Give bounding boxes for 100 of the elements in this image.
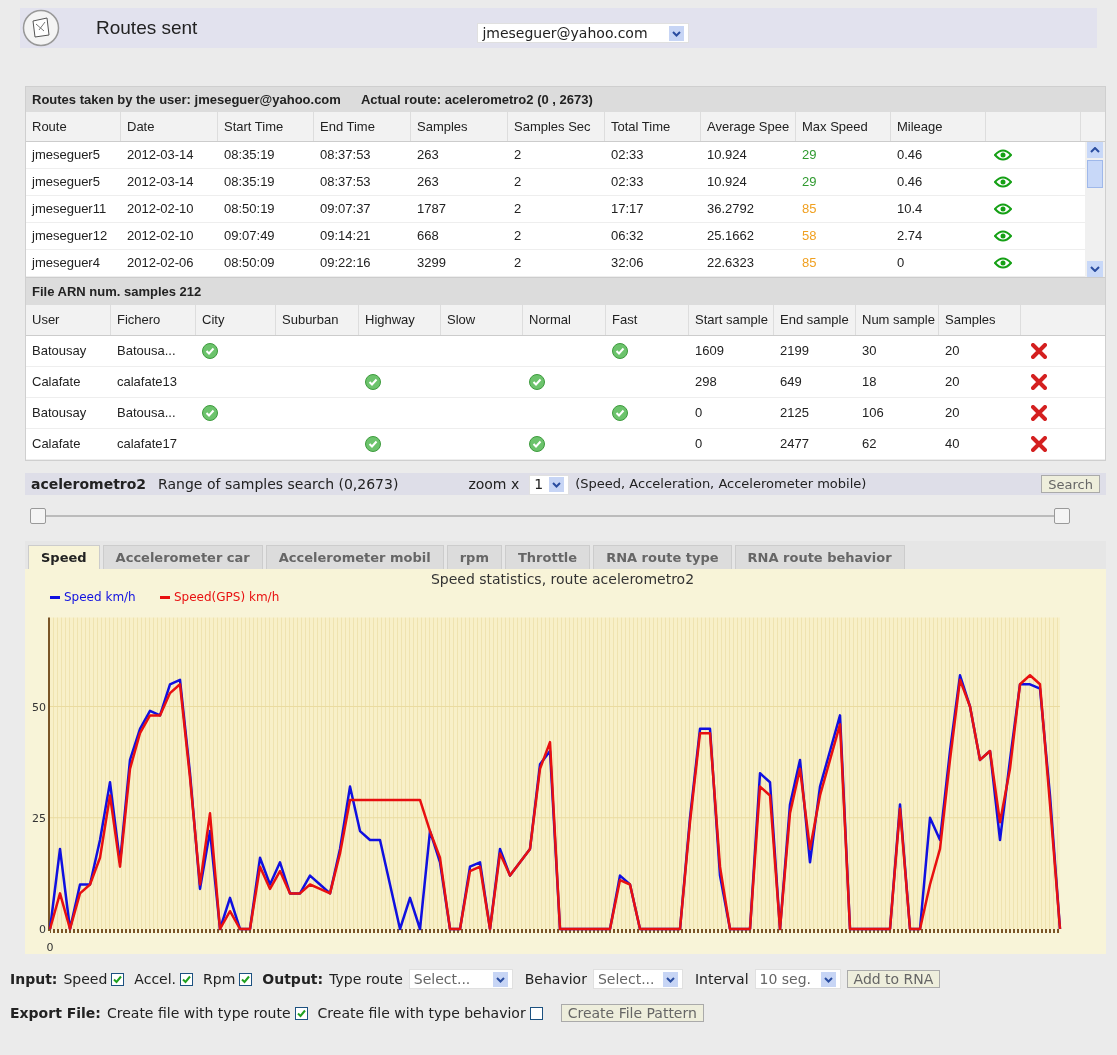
y-tick-label: 0	[39, 923, 46, 936]
table-cell-text: 2012-02-10	[126, 200, 195, 219]
table-cell-text: 649	[779, 373, 803, 392]
table-cell-text: 32:06	[610, 254, 645, 273]
table-cell-text: 85	[801, 254, 818, 273]
table-cell-text: 09:07:49	[223, 227, 276, 246]
table-cell-text: 263	[416, 173, 440, 192]
table-caption: File ARN num. samples 212	[32, 282, 202, 301]
table-cell-text: jmeseguer5	[30, 173, 101, 192]
legend-item: Speed km/h	[50, 590, 136, 604]
table-cell-text: 668	[416, 227, 440, 246]
table-cell-text: jmeseguer4	[30, 254, 101, 273]
zoom-label: zoom x	[468, 474, 520, 494]
option-label: Create file with type route	[106, 1003, 291, 1023]
table-cell-text: 10.4	[896, 200, 924, 219]
actual-route: Actual route: acelerometro2 (0 , 2673)	[360, 90, 593, 109]
table-cell-text: 2125	[779, 404, 810, 423]
table-cell-text: 06:32	[610, 227, 645, 246]
legend-item: Speed(GPS) km/h	[160, 590, 280, 604]
interval-label: Interval	[694, 969, 749, 989]
input-label: Input:	[10, 969, 58, 989]
table-cell-text: Batousay	[31, 342, 88, 361]
option-label: Speed	[63, 969, 108, 989]
table-cell-text: 22.6323	[706, 254, 755, 273]
table-cell-text: Batousay	[31, 404, 88, 423]
table-cell-text: 30	[861, 342, 878, 361]
table-cell-text: Batousa...	[116, 404, 177, 423]
table-cell-text: Calafate	[31, 435, 82, 454]
table-cell-text: 2012-02-10	[126, 227, 195, 246]
table-cell-text: 20	[944, 373, 961, 392]
signals-label: (Speed, Acceleration, Accelerometer mobile)	[575, 475, 867, 494]
export-label: Export File:	[10, 1003, 101, 1023]
table-cell-text: 2	[513, 254, 523, 273]
table-cell-text: 08:35:19	[223, 173, 276, 192]
table-cell-text: 08:50:09	[223, 254, 276, 273]
table-cell-text: 40	[944, 435, 961, 454]
table-cell-text: 09:22:16	[319, 254, 372, 273]
table-cell-text: Calafate	[31, 373, 82, 392]
y-tick-label: 50	[32, 700, 46, 714]
table-cell-text: 29	[801, 173, 818, 192]
table-cell-text: jmeseguer12	[30, 227, 109, 246]
table-cell-text: 2012-03-14	[126, 173, 195, 192]
table-cell-text: 62	[861, 435, 878, 454]
table-cell-text: 0.46	[896, 146, 924, 165]
type-route-label: Type route	[329, 969, 403, 989]
table-cell-text: 17:17	[610, 200, 645, 219]
route-name: acelerometro2	[31, 474, 147, 494]
table-cell-text: calafate13	[116, 373, 178, 392]
table-cell-text: 2	[513, 200, 523, 219]
table-cell-text: 85	[801, 200, 818, 219]
table-cell-text: 3299	[416, 254, 447, 273]
table-cell-text: 29	[801, 146, 818, 165]
output-label: Output:	[262, 969, 324, 989]
table-cell-text: 08:37:53	[319, 146, 372, 165]
table-cell-text: 10.924	[706, 173, 748, 192]
table-cell-text: 58	[801, 227, 818, 246]
table-cell-text: 2	[513, 227, 523, 246]
table-cell-text: calafate17	[116, 435, 178, 454]
table-cell-text: 25.1662	[706, 227, 755, 246]
table-cell-text: 0	[694, 404, 704, 423]
table-cell-text: 20	[944, 404, 961, 423]
table-cell-text: 0.46	[896, 173, 924, 192]
table-cell-text: 1609	[694, 342, 725, 361]
table-caption: Routes taken by the user: jmeseguer@yahoo.com	[32, 90, 341, 109]
table-cell-text: 0	[694, 435, 704, 454]
x-tick-label: 0	[46, 941, 54, 954]
option-label: Create file with type behavior	[317, 1003, 526, 1023]
table-cell-text: 08:35:19	[223, 146, 276, 165]
table-cell-text: 09:14:21	[319, 227, 372, 246]
table-cell-text: 02:33	[610, 173, 645, 192]
behavior-label: Behavior	[524, 969, 587, 989]
table-cell-text: 263	[416, 146, 440, 165]
table-cell-text: 2	[513, 173, 523, 192]
table-cell-text: Batousa...	[116, 342, 177, 361]
table-cell-text: 36.2792	[706, 200, 755, 219]
table-cell-text: 0	[896, 254, 906, 273]
table-cell-text: 298	[694, 373, 718, 392]
table-cell-text: 18	[861, 373, 878, 392]
table-cell-text: 02:33	[610, 146, 645, 165]
table-cell-text: 09:07:37	[319, 200, 372, 219]
table-cell-text: 1787	[416, 200, 447, 219]
table-cell-text: 2012-02-06	[126, 254, 195, 273]
legend-label: Speed km/h	[64, 590, 136, 604]
y-tick-label: 25	[32, 811, 46, 825]
table-cell-text: jmeseguer5	[30, 146, 101, 165]
page-title: Routes sent	[96, 15, 198, 40]
table-cell-text: jmeseguer11	[30, 200, 108, 219]
table-cell-text: 20	[944, 342, 961, 361]
range-label: Range of samples search (0,2673)	[158, 474, 399, 494]
table-cell-text: 10.924	[706, 146, 748, 165]
table-cell-text: 2477	[779, 435, 810, 454]
table-cell-text: 08:37:53	[319, 173, 372, 192]
chart-title: Speed statistics, route acelerometro2	[430, 571, 695, 587]
table-cell-text: 08:50:19	[223, 200, 276, 219]
option-label: Rpm	[203, 969, 236, 989]
option-label: Accel.	[134, 969, 177, 989]
table-cell-text: 106	[861, 404, 885, 423]
table-cell-text: 2199	[779, 342, 810, 361]
table-cell-text: 2.74	[896, 227, 924, 246]
table-cell-text: 2	[513, 146, 523, 165]
